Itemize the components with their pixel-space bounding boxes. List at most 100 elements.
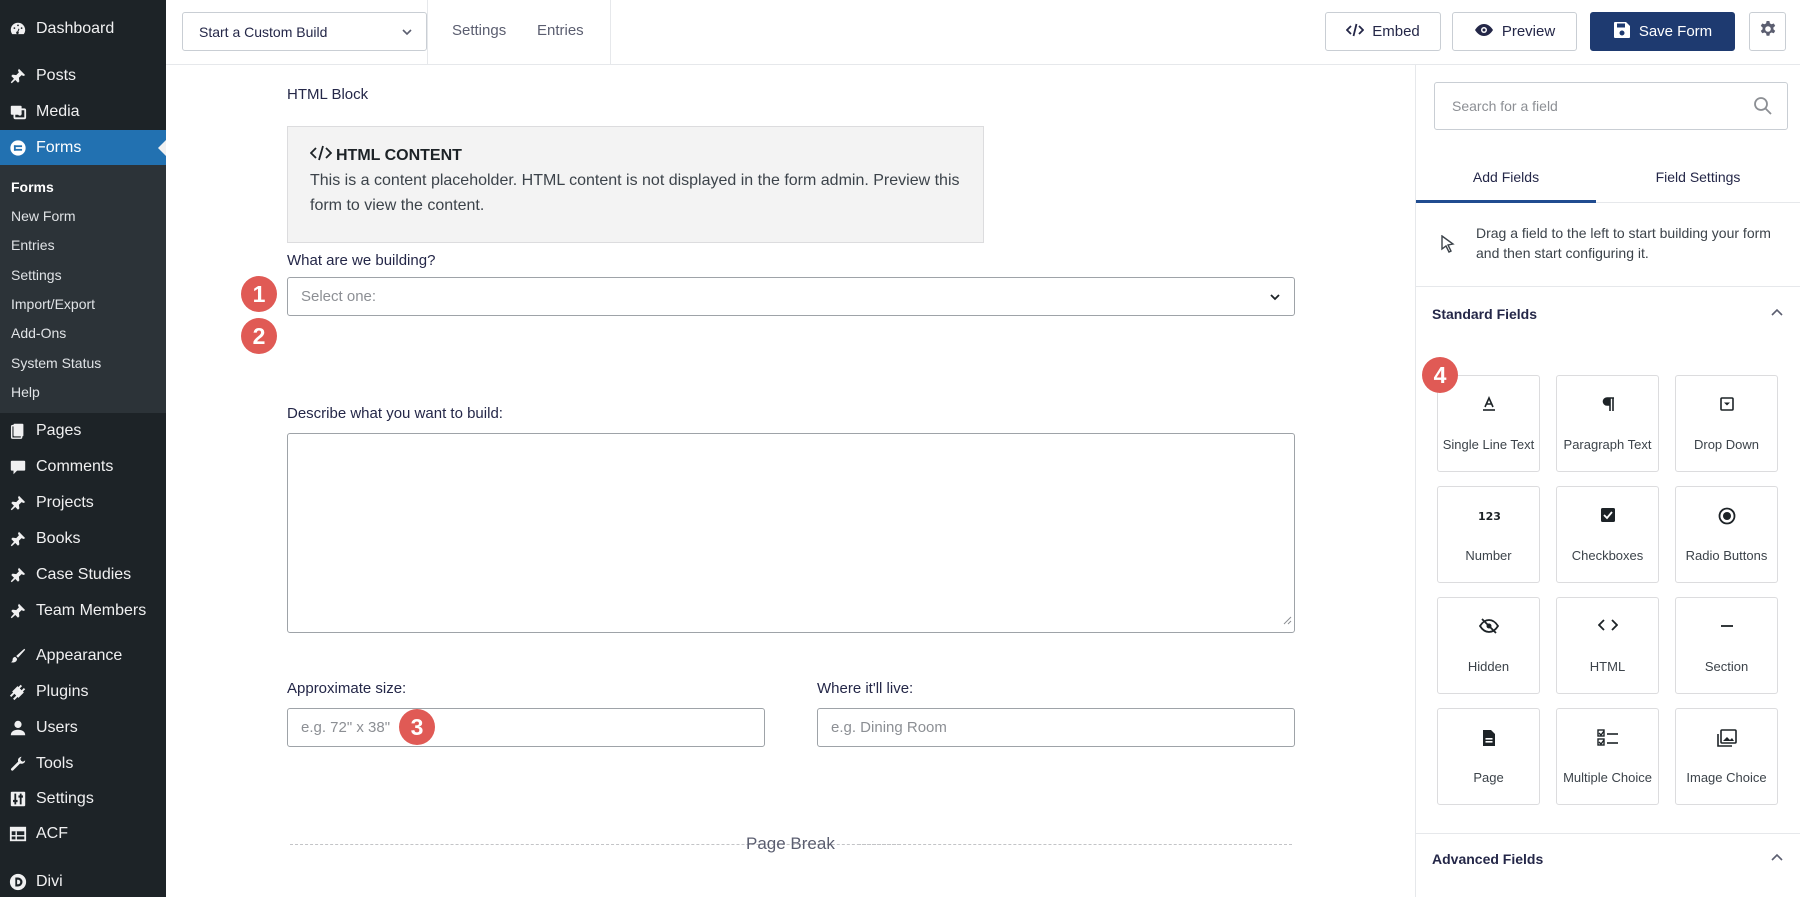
page-break-label[interactable]: Page Break <box>746 834 835 854</box>
submenu-new-form[interactable]: New Form <box>11 208 76 224</box>
tab-add-fields[interactable]: Add Fields <box>1416 169 1596 185</box>
preview-label: Preview <box>1501 23 1556 40</box>
menu-books[interactable]: Books <box>0 521 166 557</box>
html-block-title: HTML CONTENT <box>336 146 462 164</box>
field-tile-image-choice[interactable]: Image Choice <box>1675 708 1778 805</box>
save-label: Save Form <box>1638 23 1713 40</box>
form-settings-gear-button[interactable] <box>1749 12 1786 51</box>
plug-icon <box>8 682 28 702</box>
submenu-settings[interactable]: Settings <box>11 267 62 283</box>
tab-field-settings[interactable]: Field Settings <box>1608 169 1788 185</box>
preview-button[interactable]: Preview <box>1452 12 1577 51</box>
field-tile-label: Section <box>1704 659 1749 674</box>
menu-plugins[interactable]: Plugins <box>0 674 166 710</box>
chevron-up-icon[interactable] <box>1770 306 1784 325</box>
toolbar-divider <box>610 0 611 64</box>
menu-label: Users <box>36 719 78 736</box>
submenu-forms[interactable]: Forms <box>11 179 54 195</box>
dropdown-icon <box>1676 396 1777 412</box>
embed-button[interactable]: Embed <box>1325 12 1441 51</box>
menu-label: Dashboard <box>36 20 115 37</box>
form-canvas: HTML Block HTML CONTENT This is a conten… <box>166 65 1415 897</box>
html-block-label: HTML Block <box>287 86 369 103</box>
field-tile-radio-buttons[interactable]: Radio Buttons <box>1675 486 1778 583</box>
eye-icon <box>1474 23 1494 41</box>
menu-comments[interactable]: Comments <box>0 449 166 485</box>
submenu-help[interactable]: Help <box>11 384 40 400</box>
field-tile-checkboxes[interactable]: Checkboxes <box>1556 486 1659 583</box>
single-line-text-icon <box>1438 396 1539 412</box>
field-tile-number[interactable]: 123 Number <box>1437 486 1540 583</box>
menu-label: Media <box>36 103 80 120</box>
field-tile-label: Radio Buttons <box>1685 548 1768 563</box>
menu-pages[interactable]: Pages <box>0 413 166 449</box>
comments-icon <box>8 457 28 477</box>
pages-icon <box>8 421 28 441</box>
menu-team-members[interactable]: Team Members <box>0 593 166 629</box>
location-input[interactable]: e.g. Dining Room <box>817 708 1295 747</box>
save-icon <box>1613 21 1631 43</box>
field-tile-single-line-text[interactable]: Single Line Text <box>1437 375 1540 472</box>
menu-label: Appearance <box>36 647 123 664</box>
menu-tools[interactable]: Tools <box>0 746 166 782</box>
submenu-system-status[interactable]: System Status <box>11 355 101 371</box>
drag-hint-text: Drag a field to the left to start buildi… <box>1476 225 1771 261</box>
svg-text:123: 123 <box>1478 510 1500 523</box>
menu-posts[interactable]: Posts <box>0 58 166 94</box>
menu-label: ACF <box>36 825 68 842</box>
save-form-button[interactable]: Save Form <box>1590 12 1735 51</box>
chevron-down-icon <box>400 25 414 42</box>
menu-forms[interactable]: Forms <box>0 130 166 166</box>
standard-fields-title[interactable]: Standard Fields <box>1432 306 1537 322</box>
menu-dashboard[interactable]: Dashboard <box>0 11 166 47</box>
menu-label: Books <box>36 530 81 547</box>
field-tile-multiple-choice[interactable]: Multiple Choice <box>1556 708 1659 805</box>
field-picker-panel: Search for a field Add Fields Field Sett… <box>1415 65 1800 897</box>
menu-label: Forms <box>36 139 82 156</box>
menu-label: Plugins <box>36 683 89 700</box>
size-input[interactable]: e.g. 72" x 38" <box>287 708 765 747</box>
entries-link[interactable]: Entries <box>537 22 584 39</box>
field-tile-label: Number <box>1465 548 1512 563</box>
submenu-import-export[interactable]: Import/Export <box>11 296 95 312</box>
advanced-fields-title[interactable]: Advanced Fields <box>1432 851 1543 867</box>
menu-acf[interactable]: ACF <box>0 816 166 852</box>
question-1-label: What are we building? <box>287 252 436 269</box>
menu-appearance[interactable]: Appearance <box>0 638 166 674</box>
menu-divi[interactable]: Divi <box>0 864 166 897</box>
form-switcher-dropdown[interactable]: Start a Custom Build <box>182 12 427 51</box>
annotation-badge-1: 1 <box>241 276 277 312</box>
checkbox-icon <box>1557 507 1658 523</box>
multiple-choice-icon <box>1557 729 1658 747</box>
menu-users[interactable]: Users <box>0 710 166 746</box>
settings-link[interactable]: Settings <box>452 22 506 39</box>
forms-submenu: Forms New Form Entries Settings Import/E… <box>0 165 166 413</box>
form-editor-toolbar: Start a Custom Build Settings Entries Em… <box>166 0 1800 65</box>
menu-projects[interactable]: Projects <box>0 485 166 521</box>
building-type-select[interactable]: Select one: <box>287 277 1295 316</box>
menu-case-studies[interactable]: Case Studies <box>0 557 166 593</box>
menu-settings[interactable]: Settings <box>0 781 166 817</box>
location-placeholder: e.g. Dining Room <box>831 719 947 736</box>
code-icon <box>309 145 333 166</box>
resize-handle-icon[interactable] <box>1283 612 1292 630</box>
field-tile-html[interactable]: HTML <box>1556 597 1659 694</box>
page-icon <box>1438 729 1539 747</box>
submenu-add-ons[interactable]: Add-Ons <box>11 325 66 341</box>
menu-media[interactable]: Media <box>0 94 166 130</box>
field-tile-section[interactable]: Section <box>1675 597 1778 694</box>
embed-label: Embed <box>1372 23 1420 40</box>
description-textarea[interactable] <box>287 433 1295 633</box>
submenu-entries[interactable]: Entries <box>11 237 55 253</box>
field-tile-page[interactable]: Page <box>1437 708 1540 805</box>
field-tile-hidden[interactable]: Hidden <box>1437 597 1540 694</box>
field-search-input[interactable]: Search for a field <box>1434 82 1788 130</box>
pin-icon <box>8 66 28 86</box>
menu-label: Comments <box>36 458 114 475</box>
chevron-up-icon[interactable] <box>1770 851 1784 870</box>
html-block-field[interactable]: HTML CONTENT This is a content placehold… <box>287 126 984 243</box>
select-placeholder: Select one: <box>301 288 377 305</box>
pin-icon <box>8 601 28 621</box>
field-tile-paragraph-text[interactable]: Paragraph Text <box>1556 375 1659 472</box>
field-tile-drop-down[interactable]: Drop Down <box>1675 375 1778 472</box>
